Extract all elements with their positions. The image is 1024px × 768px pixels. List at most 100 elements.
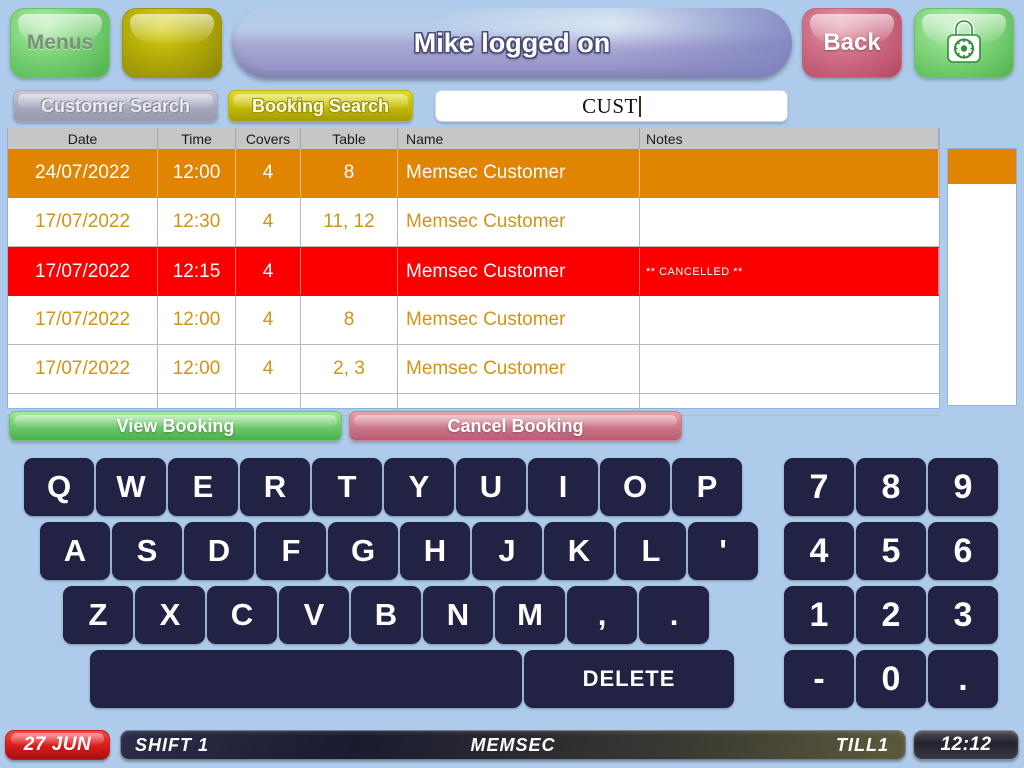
cell-covers: 4 [236,296,301,344]
table-row[interactable]: 17/07/2022 12:00 4 8 Memsec Customer [8,296,939,345]
lock-button[interactable] [914,8,1014,78]
booking-table[interactable]: Date Time Covers Table Name Notes 24/07/… [7,128,940,416]
cell-time: 12:00 [158,149,236,197]
col-header-covers: Covers [236,128,301,149]
search-row: Customer Search Booking Search CUST [0,90,1024,124]
menus-button-label: Menus [26,31,94,54]
cell-name: Memsec Customer [398,248,640,295]
key-y[interactable]: Y [384,458,454,516]
key-e[interactable]: E [168,458,238,516]
key-period[interactable]: . [639,586,709,644]
key-m[interactable]: M [495,586,565,644]
col-header-notes: Notes [640,128,939,149]
cell-notes: ** CANCELLED ** [640,248,939,295]
key-g[interactable]: G [328,522,398,580]
numpad-key-0[interactable]: 0 [856,650,926,708]
key-j[interactable]: J [472,522,542,580]
cell-name: Memsec Customer [398,296,640,344]
tab-booking-search[interactable]: Booking Search [228,90,413,122]
key-x[interactable]: X [135,586,205,644]
cell-table: 2, 3 [301,345,398,393]
key-p[interactable]: P [672,458,742,516]
numpad-key-9[interactable]: 9 [928,458,998,516]
cell-time: 12:00 [158,345,236,393]
cell-covers: 4 [236,149,301,197]
cell-date: 17/07/2022 [8,345,158,393]
text-caret [638,95,641,117]
key-v[interactable]: V [279,586,349,644]
col-header-name: Name [398,128,640,149]
numpad-key-minus[interactable]: - [784,650,854,708]
numpad-key-6[interactable]: 6 [928,522,998,580]
key-a[interactable]: A [40,522,110,580]
numpad-key-8[interactable]: 8 [856,458,926,516]
key-h[interactable]: H [400,522,470,580]
numpad-key-1[interactable]: 1 [784,586,854,644]
tab-customer-search-label: Customer Search [40,95,191,116]
cell-notes [640,345,939,393]
table-row[interactable]: 17/07/2022 12:30 4 11, 12 Memsec Custome… [8,198,939,247]
numpad-key-2[interactable]: 2 [856,586,926,644]
cell-covers: 4 [236,198,301,246]
cancel-booking-label: Cancel Booking [447,415,584,436]
key-delete[interactable]: DELETE [524,650,734,708]
numpad-key-4[interactable]: 4 [784,522,854,580]
cell-date: 24/07/2022 [8,149,158,197]
key-o[interactable]: O [600,458,670,516]
cell-table: 8 [301,149,398,197]
padlock-icon [943,16,985,71]
key-space[interactable] [90,650,522,708]
cell-time: 12:30 [158,198,236,246]
cell-time: 12:15 [158,248,236,295]
key-c[interactable]: C [207,586,277,644]
tab-customer-search[interactable]: Customer Search [13,90,218,122]
back-button[interactable]: Back [802,8,902,78]
table-row[interactable]: 17/07/2022 12:00 4 2, 3 Memsec Customer [8,345,939,394]
blank-yellow-button[interactable] [122,8,222,78]
numpad-key-5[interactable]: 5 [856,522,926,580]
key-i[interactable]: I [528,458,598,516]
numpad-key-7[interactable]: 7 [784,458,854,516]
key-comma[interactable]: , [567,586,637,644]
key-r[interactable]: R [240,458,310,516]
cell-table: 8 [301,296,398,344]
title-banner: Mike logged on [232,8,792,78]
cell-table: 11, 12 [301,198,398,246]
cell-name: Memsec Customer [398,345,640,393]
status-till-label: TILL1 [836,734,889,755]
key-k[interactable]: K [544,522,614,580]
key-z[interactable]: Z [63,586,133,644]
status-clock: 12:12 [913,730,1019,760]
key-u[interactable]: U [456,458,526,516]
key-n[interactable]: N [423,586,493,644]
menus-button[interactable]: Menus [10,8,110,78]
col-header-time: Time [158,128,236,149]
numpad-key-3[interactable]: 3 [928,586,998,644]
cancel-booking-button[interactable]: Cancel Booking [349,411,682,441]
key-q[interactable]: Q [24,458,94,516]
search-input[interactable]: CUST [435,90,788,122]
view-booking-button[interactable]: View Booking [9,411,342,441]
booking-side-panel[interactable] [947,148,1017,406]
cell-empty [640,394,939,415]
cell-date: 17/07/2022 [8,198,158,246]
cell-covers: 4 [236,248,301,295]
view-booking-label: View Booking [116,415,235,436]
back-button-label: Back [823,29,881,56]
key-t[interactable]: T [312,458,382,516]
key-l[interactable]: L [616,522,686,580]
key-d[interactable]: D [184,522,254,580]
table-row[interactable]: 17/07/2022 12:15 4 Memsec Customer ** CA… [8,247,939,296]
table-row[interactable]: 24/07/2022 12:00 4 8 Memsec Customer [8,149,939,198]
key-f[interactable]: F [256,522,326,580]
cell-name: Memsec Customer [398,149,640,197]
key-apostrophe[interactable]: ' [688,522,758,580]
status-site-label: MEMSEC [470,734,556,755]
key-w[interactable]: W [96,458,166,516]
key-b[interactable]: B [351,586,421,644]
key-s[interactable]: S [112,522,182,580]
table-header-row: Date Time Covers Table Name Notes [8,128,939,149]
numpad-key-period[interactable]: . [928,650,998,708]
cell-time: 12:00 [158,296,236,344]
status-date-label: 27 JUN [23,734,92,755]
